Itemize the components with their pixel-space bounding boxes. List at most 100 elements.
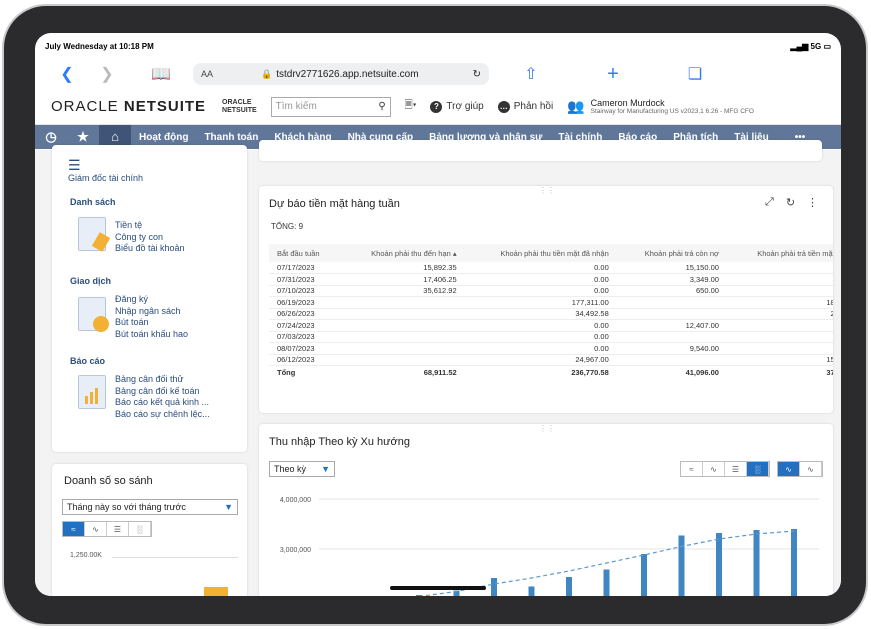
table-cell [340, 354, 465, 366]
bookmarks-icon[interactable]: 📖 [141, 64, 181, 84]
sales-chart-type-switch: ≈ ∿ ☰ ░ [62, 521, 152, 537]
area-chart-icon[interactable]: ≈ [63, 522, 85, 536]
oracle-netsuite-logo[interactable]: ORACLE NETSUITE [51, 98, 206, 115]
list-link[interactable]: Tiền tệ [115, 220, 185, 232]
total-cell: Tổng [277, 368, 296, 378]
table-cell: 15,150.00 [616, 262, 727, 274]
netsuite-header: ORACLE NETSUITE ORACLE NETSUITE Tìm kiếm … [35, 89, 841, 125]
forward-icon[interactable]: ❯ [87, 64, 127, 84]
status-time: July Wednesday at 10:18 PM [45, 41, 154, 51]
user-menu[interactable]: 👥 Cameron Murdock Stairway for Manufactu… [567, 98, 754, 115]
chevron-down-icon: ▼ [224, 502, 233, 512]
total-cell: 41,096.00 [685, 368, 719, 378]
table-row[interactable]: 08/07/2023 0.00 9,540.00 [269, 342, 833, 355]
expand-icon[interactable]: ⤢ [765, 196, 774, 209]
transaction-link[interactable]: Đăng ký [115, 294, 188, 306]
list-link[interactable]: Công ty con [115, 232, 185, 244]
transaction-link[interactable]: Nhập ngân sách [115, 306, 188, 318]
table-row[interactable]: 07/31/2023 17,406.25 0.00 3,349.00 [269, 273, 833, 286]
transactions-document-icon [78, 297, 109, 332]
column-header[interactable]: Bắt đầu tuần [269, 244, 341, 262]
column-header[interactable]: Khoản phải thu đến hạn ▴ [340, 244, 465, 262]
chart-bar[interactable] [641, 554, 647, 596]
tabs-icon[interactable]: ❏ [675, 64, 715, 84]
user-role: Stairway for Manufacturing US v2023.1 6.… [590, 108, 754, 115]
table-cell: 07/10/2023 [269, 285, 341, 297]
table-cell: 0.00 [464, 331, 617, 343]
global-search-input[interactable]: Tìm kiếm ⚲ [270, 96, 391, 117]
help-button[interactable]: ? Trợ giúp [430, 100, 484, 113]
report-link[interactable]: Bảng cân đối kế toán [115, 386, 210, 398]
table-row[interactable]: 07/10/2023 35,612.92 0.00 650.00 [269, 285, 833, 297]
sales-period-select[interactable]: Tháng này so với tháng trước ▼ [62, 499, 238, 515]
table-row[interactable]: 07/17/2023 15,892.35 0.00 15,150.00 [269, 262, 833, 274]
column-header[interactable]: Khoản phải trả còn nợ [616, 244, 727, 262]
table-row[interactable]: 07/03/2023 0.00 7 [269, 331, 833, 343]
table-cell [340, 308, 465, 320]
url-text: tstdrv2771626.app.netsuite.com [276, 68, 419, 80]
list-link[interactable]: Biểu đồ tài khoản [115, 243, 185, 255]
sales-title: Doanh số so sánh [64, 475, 153, 487]
nav-item[interactable]: Hoạt động [131, 132, 196, 143]
menu-icon[interactable]: ☰ [68, 157, 81, 174]
home-indicator [390, 586, 486, 590]
table-cell [340, 296, 465, 309]
transaction-link[interactable]: Bút toán khấu hao [115, 329, 188, 341]
chart-bar[interactable] [753, 530, 760, 596]
chart-bar[interactable] [566, 577, 572, 596]
table-cell [726, 273, 833, 286]
refresh-icon[interactable]: ↻ [786, 196, 795, 209]
table-cell [616, 331, 727, 343]
chart-bar[interactable] [603, 569, 610, 597]
income-trend-portlet: ⋮⋮ Thu nhập Theo kỳ Xu hướng Theo kỳ ▼ ≈ … [259, 424, 833, 596]
table-cell [726, 319, 833, 332]
address-bar[interactable]: AA 🔒 tstdrv2771626.app.netsuite.com ↻ [193, 63, 489, 85]
cash-forecast-portlet: ⋮⋮ Dự báo tiền mặt hàng tuần ⤢ ↻ ⋮ TỔNG:… [259, 186, 833, 413]
nav-item[interactable]: Thanh toán [196, 132, 266, 143]
more-icon[interactable]: ⋮ [807, 196, 818, 209]
sales-comparison-portlet: Doanh số so sánh Tháng này so với tháng … [52, 464, 247, 596]
table-row[interactable]: 06/12/2023 24,967.00 15,0 [269, 354, 833, 366]
table-cell: 15,0 [726, 354, 833, 366]
lists-document-icon [78, 217, 111, 252]
search-icon[interactable]: ⚲ [378, 101, 385, 112]
help-icon: ? [430, 100, 443, 113]
table-cell: 06/26/2023 [269, 308, 341, 320]
new-tab-icon[interactable]: + [593, 63, 633, 86]
bar-chart-icon[interactable]: ☰ [107, 522, 129, 536]
table-cell: 06/19/2023 [269, 296, 341, 309]
navigation-portlet: ☰ Giám đốc tài chính Danh sách Tiền tệ C… [52, 145, 247, 452]
column-header[interactable]: Khoản phải thu tiền mặt đã nhận [464, 244, 617, 262]
chart-bar[interactable] [491, 578, 497, 596]
column-header[interactable]: Khoản phải trả tiền mặt đ [726, 244, 833, 262]
chart-bar[interactable] [528, 586, 535, 597]
table-cell: 07/31/2023 [269, 273, 341, 286]
reader-aa[interactable]: AA [201, 69, 261, 79]
lists-title: Danh sách [70, 197, 116, 207]
drag-handle[interactable]: ⋮⋮ [539, 186, 555, 195]
report-link[interactable]: Bảng cân đối thử [115, 374, 210, 386]
table-cell: 7 [726, 331, 833, 343]
table-cell: 12,407.00 [616, 319, 727, 332]
share-icon[interactable]: ⇧ [511, 64, 551, 84]
table-row[interactable]: 07/24/2023 0.00 12,407.00 [269, 319, 833, 332]
line-chart-icon[interactable]: ∿ [85, 522, 107, 536]
table-row[interactable]: 06/19/2023 177,311.00 18,8 [269, 296, 833, 309]
recent-records-icon[interactable]: 🗏▾ [405, 98, 417, 115]
reload-icon[interactable]: ↻ [473, 69, 481, 80]
chart-bar[interactable] [678, 535, 685, 597]
feedback-button[interactable]: … Phản hồi [497, 100, 553, 113]
report-link[interactable]: Báo cáo kết quả kinh ... [115, 397, 210, 409]
table-total-row: Tổng 68,911.52 236,770.58 41,096.00 37,3 [269, 366, 833, 380]
total-cell: 37,3 [826, 368, 833, 378]
transaction-link[interactable]: Bút toán [115, 317, 188, 329]
column-chart-icon[interactable]: ░ [129, 522, 151, 536]
chart-bar[interactable] [716, 533, 722, 596]
report-link[interactable]: Báo cáo sự chênh lệc... [115, 409, 210, 421]
table-row[interactable]: 06/26/2023 34,492.58 2,7 [269, 308, 833, 320]
table-cell [616, 308, 727, 320]
table-cell: 0.00 [464, 319, 617, 332]
chart-bar[interactable] [791, 529, 797, 596]
back-icon[interactable]: ❮ [47, 64, 87, 84]
user-name: Cameron Murdock [590, 98, 665, 108]
